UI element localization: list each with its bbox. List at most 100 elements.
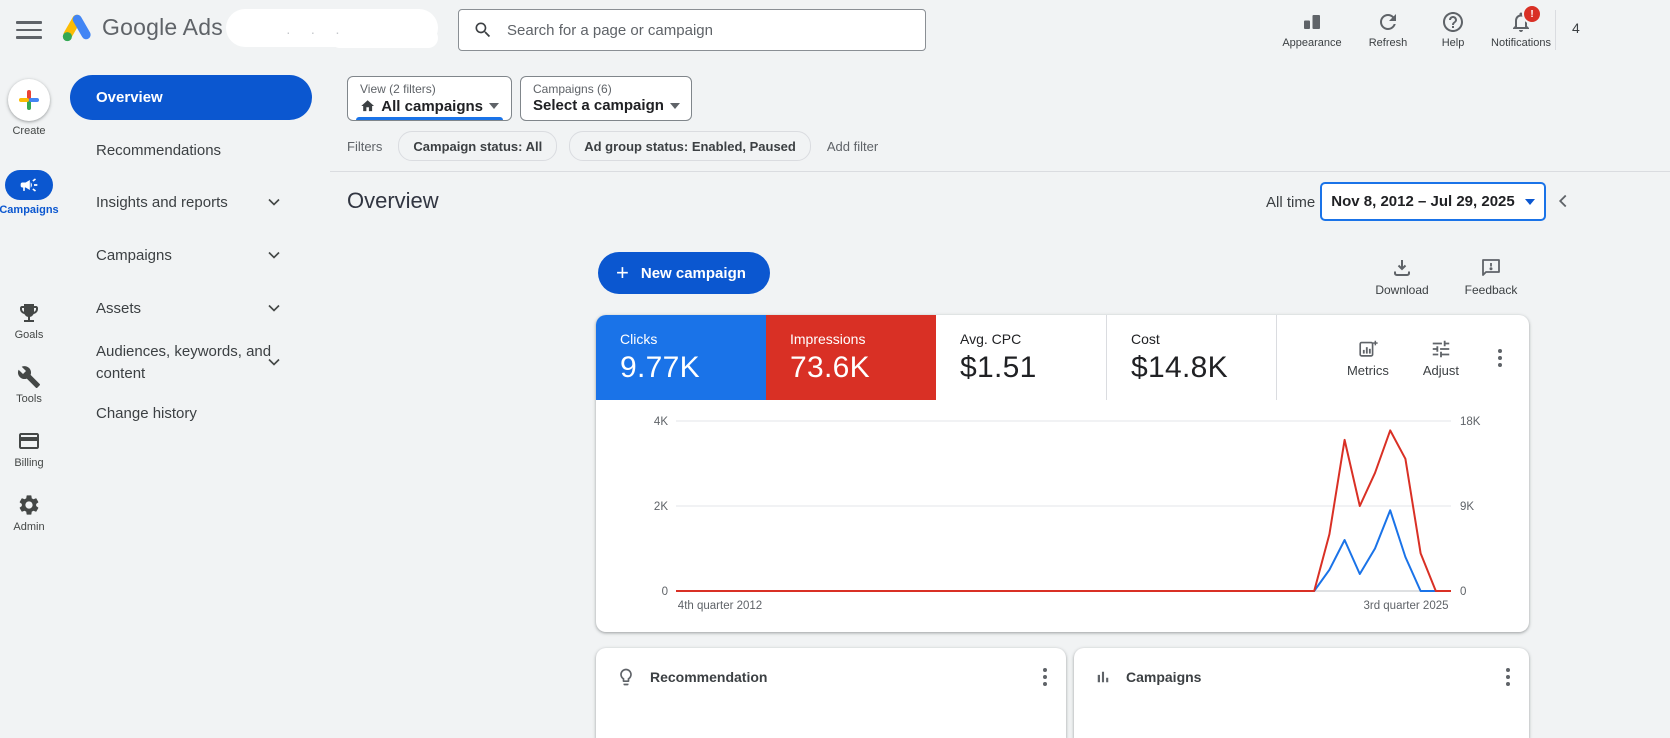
chevron-down-icon[interactable]: [264, 192, 284, 212]
credit-card-icon: [17, 429, 41, 453]
notifications-label: Notifications: [1491, 37, 1551, 49]
rail-item-campaigns[interactable]: Campaigns: [0, 170, 58, 216]
scorecard-impressions-value: 73.6K: [790, 351, 936, 385]
rail-item-billing[interactable]: Billing: [0, 429, 58, 469]
help-icon: [1441, 10, 1465, 34]
date-dropdown-arrow-icon: [1525, 199, 1535, 205]
filters-label: Filters: [347, 139, 382, 154]
nav-item-assets[interactable]: Assets: [96, 300, 141, 317]
campaign-selector[interactable]: Campaigns (6) Select a campaign: [520, 76, 692, 121]
lightbulb-icon: [616, 667, 636, 687]
rail-label-admin: Admin: [13, 521, 44, 533]
global-search[interactable]: [458, 9, 926, 51]
bar-chart-icon: [1094, 668, 1112, 686]
help-label: Help: [1442, 37, 1465, 49]
appearance-button[interactable]: Appearance: [1274, 6, 1350, 49]
kebab-menu-icon[interactable]: [1501, 663, 1515, 691]
nav-item-change-history[interactable]: Change history: [96, 405, 197, 422]
download-button[interactable]: Download: [1362, 256, 1442, 297]
tools-icon: [17, 365, 41, 389]
product-name: Google Ads: [102, 14, 223, 41]
adjust-sliders-icon: [1430, 338, 1452, 360]
refresh-icon: [1376, 10, 1400, 34]
new-campaign-label: New campaign: [641, 265, 746, 282]
filter-chip-ad-group-status[interactable]: Ad group status: Enabled, Paused: [569, 131, 811, 161]
search-input[interactable]: [505, 21, 889, 40]
scorecard-cost[interactable]: Cost $14.8K: [1106, 315, 1276, 400]
metrics-button[interactable]: Metrics: [1347, 338, 1389, 378]
campaigns-card-title: Campaigns: [1126, 669, 1487, 685]
rail-item-create[interactable]: Create: [0, 79, 58, 137]
create-button[interactable]: [8, 79, 50, 121]
topbar-divider: [1555, 10, 1556, 50]
rail-item-admin[interactable]: Admin: [0, 493, 58, 533]
search-icon: [473, 20, 493, 40]
recommendation-card: Recommendation: [596, 648, 1066, 738]
nav-item-audiences-keywords-content[interactable]: Audiences, keywords, and content: [96, 341, 274, 385]
scorecard-avg-cpc-value: $1.51: [960, 351, 1106, 385]
notifications-button[interactable]: ! Notifications: [1480, 6, 1562, 49]
scorecard-impressions[interactable]: Impressions 73.6K: [766, 315, 936, 400]
kebab-menu-icon[interactable]: [1038, 663, 1052, 691]
filter-chip-campaign-status[interactable]: Campaign status: All: [398, 131, 557, 161]
campaigns-card: Campaigns: [1074, 648, 1529, 738]
svg-text:2K: 2K: [654, 501, 668, 513]
chevron-down-icon[interactable]: [264, 298, 284, 318]
date-range-picker[interactable]: Nov 8, 2012 – Jul 29, 2025: [1320, 182, 1546, 221]
svg-text:0: 0: [1460, 586, 1466, 598]
date-range-preset-label: All time: [1266, 194, 1315, 211]
view-selector-underline: [356, 117, 503, 120]
adjust-button[interactable]: Adjust: [1423, 338, 1459, 378]
recommendation-card-title: Recommendation: [650, 669, 1024, 685]
campaign-selector-label: Campaigns (6): [533, 82, 679, 96]
refresh-label: Refresh: [1369, 37, 1408, 49]
new-campaign-button[interactable]: + New campaign: [598, 252, 770, 294]
chevron-down-icon[interactable]: [264, 245, 284, 265]
rail-label-goals: Goals: [15, 329, 44, 341]
refresh-button[interactable]: Refresh: [1350, 6, 1426, 49]
redacted-dots: · · ·: [286, 24, 348, 40]
nav-item-campaigns[interactable]: Campaigns: [96, 247, 172, 264]
scorecard-cost-label: Cost: [1131, 331, 1276, 347]
scorecard-clicks-value: 9.77K: [620, 351, 766, 385]
rail-item-tools[interactable]: Tools: [0, 365, 58, 405]
chart-tools: Metrics Adjust: [1277, 315, 1529, 400]
rail-label-billing: Billing: [14, 457, 43, 469]
help-button[interactable]: Help: [1426, 6, 1480, 49]
scorecard-avg-cpc[interactable]: Avg. CPC $1.51: [936, 315, 1106, 400]
gear-icon: [17, 493, 41, 517]
overview-timeseries-chart: 4K18K2K9K004th quarter 20123rd quarter 2…: [596, 405, 1529, 620]
left-rail: Create Campaigns Goals Tools Billing Adm…: [0, 60, 58, 704]
svg-text:4th quarter 2012: 4th quarter 2012: [678, 600, 762, 612]
adjust-label: Adjust: [1423, 363, 1459, 378]
view-selector-label: View (2 filters): [360, 82, 499, 96]
filters-row: Filters Campaign status: All Ad group st…: [347, 131, 878, 161]
create-plus-icon: [19, 90, 39, 110]
feedback-button[interactable]: Feedback: [1451, 256, 1531, 297]
rail-item-goals[interactable]: Goals: [0, 301, 58, 341]
kebab-menu-icon[interactable]: [1493, 344, 1507, 372]
chevron-left-icon[interactable]: [1552, 190, 1574, 212]
google-ads-logo[interactable]: Google Ads: [60, 10, 223, 44]
top-bar: Google Ads · · · Appearance Refresh Help: [0, 0, 1670, 60]
chevron-down-icon[interactable]: [264, 352, 284, 372]
nav-item-recommendations[interactable]: Recommendations: [96, 142, 221, 159]
view-selector[interactable]: View (2 filters) All campaigns: [347, 76, 512, 121]
view-selector-value: All campaigns: [381, 98, 483, 115]
dropdown-arrow-icon: [670, 103, 680, 109]
scorecard-clicks[interactable]: Clicks 9.77K: [596, 315, 766, 400]
home-icon: [360, 97, 375, 115]
nav-item-overview[interactable]: Overview: [70, 75, 312, 120]
campaigns-active-pill: [5, 170, 53, 200]
feedback-icon: [1479, 256, 1503, 280]
account-id-fragment: 4: [1562, 20, 1670, 36]
hamburger-menu-icon[interactable]: [16, 19, 42, 41]
dropdown-arrow-icon: [489, 103, 499, 109]
svg-text:18K: 18K: [1460, 416, 1481, 428]
scorecard-impressions-label: Impressions: [790, 331, 936, 347]
add-filter-button[interactable]: Add filter: [827, 139, 878, 154]
nav-item-insights-and-reports[interactable]: Insights and reports: [96, 194, 228, 211]
header-divider: [330, 171, 1670, 172]
metrics-label: Metrics: [1347, 363, 1389, 378]
appearance-icon: [1300, 10, 1324, 34]
